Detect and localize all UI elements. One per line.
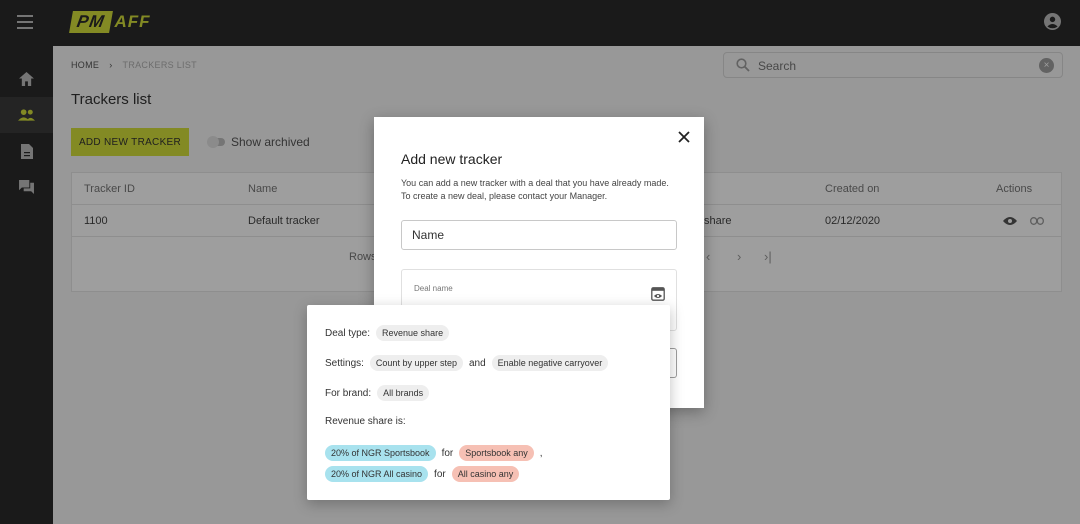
revshare-heading: Revenue share is: (325, 416, 406, 427)
share-chip-casino: 20% of NGR All casino (325, 466, 429, 482)
settings-label: Settings: (325, 357, 364, 369)
settings-line: Settings: Count by upper step and Enable… (325, 355, 609, 371)
close-icon[interactable] (676, 129, 692, 145)
setting-chip-1: Count by upper step (369, 355, 463, 371)
tracker-name-field[interactable]: Name (401, 220, 677, 250)
dialog-description: You can add a new tracker with a deal th… (401, 177, 691, 203)
revshare-label: Revenue share is: (325, 416, 406, 427)
deal-type-label: Deal type: (325, 327, 371, 339)
brand-chip: All brands (377, 385, 430, 401)
target-chip-sportsbook: Sportsbook any (459, 445, 534, 461)
deal-name-label: Deal name (414, 284, 453, 293)
brand-line: For brand: All brands (325, 385, 430, 401)
deal-type-chip: Revenue share (376, 325, 450, 341)
deal-type-line: Deal type: Revenue share (325, 325, 450, 341)
target-chip-casino: All casino any (451, 466, 520, 482)
setting-chip-2: Enable negative carryover (491, 355, 609, 371)
deal-preview-icon[interactable] (651, 287, 665, 301)
revshare-row-1: 20% of NGR Sportsbook for Sportsbook any… (325, 445, 543, 461)
share-chip-sportsbook: 20% of NGR Sportsbook (325, 445, 436, 461)
for-text-2: for (434, 468, 446, 480)
description-line-2: To create a new deal, please contact you… (401, 191, 608, 201)
comma-text: , (539, 447, 543, 459)
deal-details-popover: Deal type: Revenue share Settings: Count… (307, 305, 670, 500)
brand-label: For brand: (325, 387, 372, 399)
for-text-1: for (441, 447, 454, 459)
description-line-1: You can add a new tracker with a deal th… (401, 178, 669, 188)
and-text: and (468, 357, 486, 369)
dialog-title: Add new tracker (401, 151, 503, 167)
revshare-row-2: 20% of NGR All casino for All casino any (325, 466, 520, 482)
